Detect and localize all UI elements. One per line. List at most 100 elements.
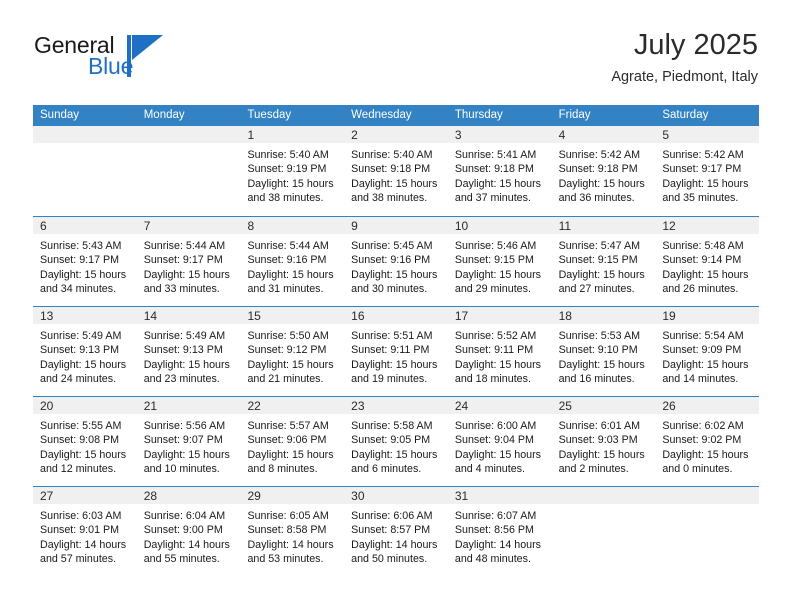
brand-logo[interactable]: General Blue: [34, 32, 214, 90]
sunrise-text: Sunrise: 5:45 AM: [351, 240, 433, 252]
day-number: 12: [662, 219, 676, 233]
day-number-strip: 14: [136, 307, 241, 324]
day-details: Sunrise: 5:42 AM Sunset: 9:17 PM Daylight:…: [655, 143, 759, 206]
day-details: Sunrise: 5:41 AM Sunset: 9:18 PM Daylight:…: [448, 143, 552, 206]
daylight-text: Daylight: 15 hours: [143, 358, 230, 371]
calendar-day-cell-11[interactable]: 11 Sunrise: 5:47 AM Sunset: 9:15 PM Dayligh…: [551, 217, 656, 306]
day-number-strip: 6: [33, 217, 137, 234]
day-number-strip: [33, 126, 137, 143]
sunset-text: Sunset: 9:13 PM: [40, 344, 120, 357]
day-details: Sunrise: 6:07 AM Sunset: 8:56 PM Daylight:…: [448, 504, 552, 567]
sunset-text: Sunset: 9:06 PM: [247, 434, 327, 447]
calendar-day-cell-17[interactable]: 17 Sunrise: 5:52 AM Sunset: 9:11 PM Dayligh…: [447, 307, 552, 396]
day-number-strip: 7: [136, 217, 241, 234]
day-number: 14: [143, 309, 158, 323]
triangle-flag-logo-icon: [127, 35, 163, 77]
calendar-day-cell-20[interactable]: 20 Sunrise: 5:55 AM Sunset: 9:08 PM Dayligh…: [33, 397, 137, 486]
calendar-day-cell-19[interactable]: 19 Sunrise: 5:54 AM Sunset: 9:09 PM Dayligh…: [655, 307, 760, 396]
daylight-text-cont: and 23 minutes.: [143, 373, 220, 386]
sunrise-text: Sunrise: 5:52 AM: [454, 330, 537, 342]
sunrise-text: Sunrise: 5:40 AM: [351, 149, 433, 161]
day-details: Sunrise: 5:58 AM Sunset: 9:05 PM Daylight:…: [344, 414, 448, 477]
calendar-day-cell-14[interactable]: 14 Sunrise: 5:49 AM Sunset: 9:13 PM Dayligh…: [136, 307, 241, 396]
day-number-strip: 13: [33, 307, 137, 324]
sunrise-text: Sunrise: 6:02 AM: [662, 420, 744, 432]
calendar-day-cell-23[interactable]: 23 Sunrise: 5:58 AM Sunset: 9:05 PM Dayligh…: [344, 397, 448, 486]
day-details: Sunrise: 6:05 AM Sunset: 8:58 PM Daylight:…: [240, 504, 344, 567]
daylight-text-cont: and 53 minutes.: [247, 553, 324, 566]
day-details: Sunrise: 5:44 AM Sunset: 9:16 PM Daylight:…: [240, 234, 344, 297]
calendar-day-cell-25[interactable]: 25 Sunrise: 6:01 AM Sunset: 9:03 PM Dayligh…: [551, 397, 656, 486]
daylight-text: Daylight: 15 hours: [247, 268, 334, 281]
sunset-text: Sunset: 9:17 PM: [662, 163, 742, 176]
calendar-day-cell-30[interactable]: 30 Sunrise: 6:06 AM Sunset: 8:57 PM Dayligh…: [344, 487, 448, 576]
daylight-text-cont: and 34 minutes.: [40, 283, 117, 296]
sunrise-text: Sunrise: 5:53 AM: [558, 330, 640, 342]
calendar-day-cell-24[interactable]: 24 Sunrise: 6:00 AM Sunset: 9:04 PM Dayligh…: [447, 397, 552, 486]
calendar-day-cell-5[interactable]: 5 Sunrise: 5:42 AM Sunset: 9:17 PM Daylight…: [655, 126, 760, 216]
day-number-strip: 26: [655, 397, 760, 414]
day-number: 11: [558, 219, 572, 233]
day-number: 18: [558, 309, 572, 323]
calendar-day-cell-13[interactable]: 13 Sunrise: 5:49 AM Sunset: 9:13 PM Dayligh…: [33, 307, 137, 396]
daylight-text: Daylight: 15 hours: [662, 177, 749, 190]
calendar-day-cell-9[interactable]: 9 Sunrise: 5:45 AM Sunset: 9:16 PM Daylight…: [344, 217, 448, 306]
calendar-day-cell-2[interactable]: 2 Sunrise: 5:40 AM Sunset: 9:18 PM Daylight…: [344, 126, 448, 216]
sunrise-text: Sunrise: 6:06 AM: [351, 510, 433, 522]
day-number: 29: [247, 489, 261, 503]
day-details: Sunrise: 5:44 AM Sunset: 9:17 PM Daylight:…: [137, 234, 241, 297]
sunset-text: Sunset: 9:15 PM: [558, 254, 638, 267]
daylight-text: Daylight: 15 hours: [454, 177, 542, 190]
day-number-strip: 9: [344, 217, 448, 234]
weekday-header-friday: Friday: [558, 109, 591, 121]
calendar-day-cell-empty: [33, 126, 137, 216]
day-details: Sunrise: 5:40 AM Sunset: 9:19 PM Daylight:…: [240, 143, 344, 206]
calendar-day-cell-3[interactable]: 3 Sunrise: 5:41 AM Sunset: 9:18 PM Daylight…: [447, 126, 552, 216]
day-details: Sunrise: 5:46 AM Sunset: 9:15 PM Daylight:…: [448, 234, 552, 297]
calendar-day-cell-4[interactable]: 4 Sunrise: 5:42 AM Sunset: 9:18 PM Daylight…: [551, 126, 656, 216]
daylight-text: Daylight: 15 hours: [40, 268, 127, 281]
day-details: Sunrise: 5:48 AM Sunset: 9:14 PM Daylight:…: [655, 234, 759, 297]
calendar-day-cell-31[interactable]: 31 Sunrise: 6:07 AM Sunset: 8:56 PM Dayligh…: [447, 487, 552, 576]
weekday-header-wednesday: Wednesday: [351, 109, 412, 121]
daylight-text-cont: and 57 minutes.: [40, 553, 117, 566]
day-number: 9: [351, 219, 358, 233]
day-details: [33, 143, 137, 148]
calendar-day-cell-21[interactable]: 21 Sunrise: 5:56 AM Sunset: 9:07 PM Dayligh…: [136, 397, 241, 486]
sunset-text: Sunset: 9:01 PM: [40, 524, 120, 537]
sunset-text: Sunset: 9:07 PM: [143, 434, 223, 447]
calendar-day-cell-15[interactable]: 15 Sunrise: 5:50 AM Sunset: 9:12 PM Dayligh…: [240, 307, 345, 396]
daylight-text: Daylight: 15 hours: [558, 358, 645, 371]
calendar-day-cell-7[interactable]: 7 Sunrise: 5:44 AM Sunset: 9:17 PM Daylight…: [136, 217, 241, 306]
calendar-day-cell-10[interactable]: 10 Sunrise: 5:46 AM Sunset: 9:15 PM Dayligh…: [447, 217, 552, 306]
sunrise-text: Sunrise: 5:41 AM: [454, 149, 537, 161]
calendar-day-cell-28[interactable]: 28 Sunrise: 6:04 AM Sunset: 9:00 PM Dayligh…: [136, 487, 241, 576]
day-number-strip: [655, 487, 760, 504]
day-details: Sunrise: 5:55 AM Sunset: 9:08 PM Daylight:…: [33, 414, 137, 477]
calendar-day-cell-16[interactable]: 16 Sunrise: 5:51 AM Sunset: 9:11 PM Dayligh…: [344, 307, 448, 396]
daylight-text-cont: and 31 minutes.: [247, 283, 324, 296]
day-details: Sunrise: 6:04 AM Sunset: 9:00 PM Daylight:…: [137, 504, 241, 567]
day-number-strip: 19: [655, 307, 760, 324]
calendar-week-row: 27 Sunrise: 6:03 AM Sunset: 9:01 PM Dayligh…: [33, 486, 760, 576]
day-details: Sunrise: 5:53 AM Sunset: 9:10 PM Daylight:…: [552, 324, 656, 387]
daylight-text: Daylight: 14 hours: [40, 538, 127, 551]
calendar-day-cell-6[interactable]: 6 Sunrise: 5:43 AM Sunset: 9:17 PM Daylight…: [33, 217, 137, 306]
day-details: Sunrise: 5:40 AM Sunset: 9:18 PM Daylight:…: [344, 143, 448, 206]
sunset-text: Sunset: 9:00 PM: [143, 524, 223, 537]
calendar-day-cell-26[interactable]: 26 Sunrise: 6:02 AM Sunset: 9:02 PM Dayligh…: [655, 397, 760, 486]
daylight-text: Daylight: 14 hours: [351, 538, 438, 551]
day-number: 4: [558, 128, 566, 142]
calendar-day-cell-8[interactable]: 8 Sunrise: 5:44 AM Sunset: 9:16 PM Daylight…: [240, 217, 345, 306]
day-number-strip: 17: [447, 307, 552, 324]
sunset-text: Sunset: 9:05 PM: [351, 434, 431, 447]
daylight-text-cont: and 21 minutes.: [247, 373, 324, 386]
calendar-day-cell-29[interactable]: 29 Sunrise: 6:05 AM Sunset: 8:58 PM Dayligh…: [240, 487, 345, 576]
calendar-day-cell-22[interactable]: 22 Sunrise: 5:57 AM Sunset: 9:06 PM Dayligh…: [240, 397, 345, 486]
calendar-day-cell-12[interactable]: 12 Sunrise: 5:48 AM Sunset: 9:14 PM Dayligh…: [655, 217, 760, 306]
sunrise-text: Sunrise: 5:57 AM: [247, 420, 329, 432]
daylight-text-cont: and 19 minutes.: [351, 373, 428, 386]
calendar-day-cell-18[interactable]: 18 Sunrise: 5:53 AM Sunset: 9:10 PM Dayligh…: [551, 307, 656, 396]
calendar-day-cell-27[interactable]: 27 Sunrise: 6:03 AM Sunset: 9:01 PM Dayligh…: [33, 487, 137, 576]
calendar-day-cell-1[interactable]: 1 Sunrise: 5:40 AM Sunset: 9:19 PM Daylight…: [240, 126, 345, 216]
